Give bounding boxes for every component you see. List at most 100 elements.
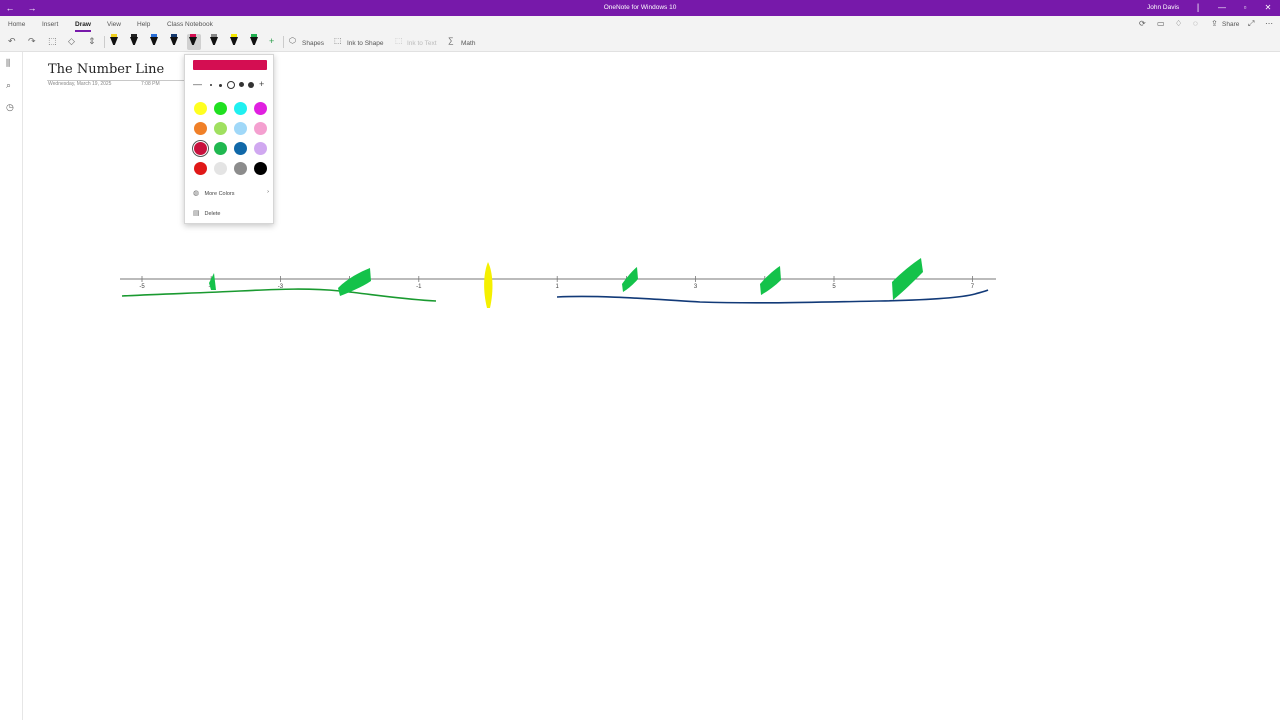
color-swatch[interactable] xyxy=(214,102,227,115)
ink-to-shape-icon[interactable]: ⬚ xyxy=(334,36,342,45)
thickness-option[interactable] xyxy=(239,82,244,87)
draw-toolbar: ↶ ↷ ⬚ ◇ ⇕ + ⬡ Shapes ⬚ Ink to Shape ⬚ In… xyxy=(0,32,1280,52)
sync-icon[interactable]: ⟳ xyxy=(1139,19,1146,28)
color-swatch[interactable] xyxy=(194,142,207,155)
pen-green[interactable] xyxy=(248,34,260,50)
palette-icon: ◍ xyxy=(193,190,200,197)
fullscreen-icon[interactable]: ⤢ xyxy=(1248,19,1254,29)
highlighter-yellow[interactable] xyxy=(228,34,240,50)
notebooks-icon[interactable]: ⫼ xyxy=(6,58,10,69)
titlebar-divider: | xyxy=(1196,2,1200,12)
pen-black-yellow[interactable] xyxy=(108,34,120,50)
pen-gray[interactable] xyxy=(208,34,220,50)
color-swatch[interactable] xyxy=(194,162,207,175)
color-swatch[interactable] xyxy=(234,102,247,115)
pen-black[interactable] xyxy=(128,34,140,50)
lasso-select-icon[interactable]: ⬚ xyxy=(48,36,57,47)
tick-label: 5 xyxy=(832,284,836,290)
ink-to-text-icon: ⬚ xyxy=(395,36,403,45)
tab-home[interactable]: Home xyxy=(8,21,25,28)
user-name[interactable]: John Davis xyxy=(1147,4,1179,11)
more-options-icon[interactable]: ⋯ xyxy=(1265,19,1273,28)
current-color-preview xyxy=(193,60,267,70)
pen-color-popup: — + ◍ More Colors › ▤ Delete xyxy=(184,54,274,224)
delete-button[interactable]: ▤ Delete xyxy=(193,209,220,217)
highlight-mark xyxy=(892,258,923,300)
share-icon[interactable]: ⇪ xyxy=(1211,19,1218,28)
highlight-zero xyxy=(484,262,493,308)
tab-help[interactable]: Help xyxy=(137,21,150,28)
app-title: OneNote for Windows 10 xyxy=(603,4,677,11)
thickness-option[interactable] xyxy=(210,84,212,86)
thickness-option-selected[interactable] xyxy=(227,81,235,89)
redo-icon[interactable]: ↷ xyxy=(28,36,36,47)
shapes-button[interactable]: Shapes xyxy=(302,40,324,47)
notebook-icon[interactable]: ▭ xyxy=(1157,19,1165,28)
lightbulb-icon[interactable]: ♢ xyxy=(1175,19,1182,28)
highlight-mark xyxy=(760,266,781,295)
color-swatch[interactable] xyxy=(254,122,267,135)
ribbon-tabs: Home Insert Draw View Help Class Noteboo… xyxy=(0,16,1280,32)
tick-label: 0 xyxy=(486,284,490,290)
color-swatch[interactable] xyxy=(214,162,227,175)
close-button[interactable]: ✕ xyxy=(1257,2,1279,14)
maximize-button[interactable]: ▫ xyxy=(1234,2,1256,14)
color-swatch[interactable] xyxy=(194,122,207,135)
decrease-thickness-button[interactable]: — xyxy=(193,79,202,89)
ink-to-shape-button[interactable]: Ink to Shape xyxy=(347,40,384,47)
thickness-option[interactable] xyxy=(248,82,254,88)
ink-to-text-button: Ink to Text xyxy=(407,40,437,47)
title-bar: ← → OneNote for Windows 10 John Davis | … xyxy=(0,0,1280,16)
tick-label: 4 xyxy=(763,284,767,290)
minimize-button[interactable]: — xyxy=(1211,2,1233,14)
tab-draw[interactable]: Draw xyxy=(75,21,91,32)
page-title[interactable]: The Number Line xyxy=(48,62,164,77)
recent-icon[interactable]: ◷ xyxy=(6,102,14,113)
highlight-mark xyxy=(209,273,216,290)
eraser-icon[interactable]: ◇ xyxy=(68,36,75,47)
tick-label: -4 xyxy=(209,284,215,290)
tab-insert[interactable]: Insert xyxy=(42,21,58,28)
pen-dark-blue[interactable] xyxy=(168,34,180,50)
shapes-icon[interactable]: ⬡ xyxy=(289,36,296,45)
page-time: 7:08 PM xyxy=(141,81,160,87)
tick-label: -1 xyxy=(416,284,422,290)
color-swatch[interactable] xyxy=(254,142,267,155)
more-colors-button[interactable]: ◍ More Colors › xyxy=(193,189,269,197)
tick-label: 1 xyxy=(556,284,560,290)
delete-label: Delete xyxy=(204,211,221,217)
share-button[interactable]: Share xyxy=(1222,21,1239,28)
color-swatch[interactable] xyxy=(254,162,267,175)
tick-label: 2 xyxy=(625,284,629,290)
bell-icon[interactable]: ◌ xyxy=(1193,19,1198,28)
add-pen-icon[interactable]: + xyxy=(269,36,274,46)
blue-ink-stroke xyxy=(556,289,989,304)
math-button[interactable]: Math xyxy=(461,40,475,47)
pen-red-selected[interactable] xyxy=(187,34,201,50)
increase-thickness-button[interactable]: + xyxy=(259,79,264,89)
toolbar-divider xyxy=(283,36,284,48)
thickness-option[interactable] xyxy=(219,84,222,87)
color-swatch[interactable] xyxy=(214,122,227,135)
color-swatch[interactable] xyxy=(214,142,227,155)
highlight-mark xyxy=(338,268,371,296)
color-swatch[interactable] xyxy=(254,102,267,115)
navigation-rail: ⫼ ⌕ ◷ xyxy=(0,52,23,720)
pen-blue[interactable] xyxy=(148,34,160,50)
tab-view[interactable]: View xyxy=(107,21,121,28)
tab-class-notebook[interactable]: Class Notebook xyxy=(167,21,213,28)
thickness-row: — + xyxy=(191,79,269,90)
color-swatch[interactable] xyxy=(234,122,247,135)
color-swatch[interactable] xyxy=(194,102,207,115)
undo-icon[interactable]: ↶ xyxy=(8,36,16,47)
search-icon[interactable]: ⌕ xyxy=(6,80,11,91)
green-ink-stroke xyxy=(121,288,437,302)
color-swatch[interactable] xyxy=(234,142,247,155)
highlight-mark xyxy=(622,267,638,292)
tick-label: 6 xyxy=(902,284,906,290)
tick-label: -3 xyxy=(278,284,284,290)
math-icon[interactable]: ∑ xyxy=(448,36,454,45)
more-colors-label: More Colors xyxy=(204,191,235,197)
color-swatch[interactable] xyxy=(234,162,247,175)
add-space-icon[interactable]: ⇕ xyxy=(88,36,96,47)
